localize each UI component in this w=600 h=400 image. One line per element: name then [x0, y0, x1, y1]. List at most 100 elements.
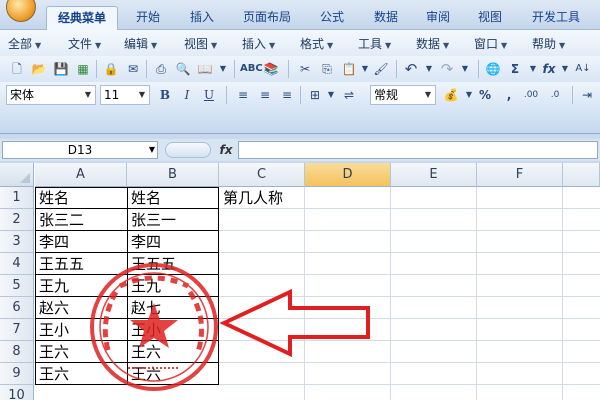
- chevron-down-icon[interactable]: ▼: [556, 60, 574, 78]
- bold-button[interactable]: B: [156, 86, 174, 104]
- cell-b2[interactable]: 张三一: [128, 209, 218, 231]
- row-header-7[interactable]: 7: [0, 319, 34, 341]
- spreadsheet-icon[interactable]: ▦: [74, 60, 92, 78]
- tab-page-layout[interactable]: 页面布局: [232, 6, 302, 30]
- sort-ascending-icon[interactable]: A↓: [574, 60, 592, 78]
- row-header-2[interactable]: 2: [0, 209, 34, 231]
- font-size-select[interactable]: 11 ▼: [100, 85, 150, 105]
- column-header-b[interactable]: B: [127, 163, 219, 187]
- cell-a2[interactable]: 张三二: [36, 209, 126, 231]
- translate-icon[interactable]: 📚: [262, 60, 280, 78]
- format-painter-icon[interactable]: 🖌: [372, 60, 390, 78]
- comma-button[interactable]: ,: [500, 86, 518, 104]
- row-header-3[interactable]: 3: [0, 231, 34, 253]
- chevron-down-icon[interactable]: ▼: [214, 60, 232, 78]
- cell-c1[interactable]: 第几人称: [220, 187, 340, 209]
- save-icon[interactable]: 💾: [52, 60, 70, 78]
- currency-icon[interactable]: 💰: [442, 86, 460, 104]
- row-header-1[interactable]: 1: [0, 187, 34, 209]
- permission-icon[interactable]: 🔒: [102, 60, 120, 78]
- cell-b8[interactable]: 王六: [128, 341, 218, 363]
- cell-a3[interactable]: 李四: [36, 231, 126, 253]
- tab-view[interactable]: 视图: [466, 6, 514, 30]
- cell-b9[interactable]: 王六: [128, 363, 218, 385]
- cell-a7[interactable]: 王小: [36, 319, 126, 341]
- cell-a8[interactable]: 王六: [36, 341, 126, 363]
- menu-edit[interactable]: 编辑 ▼: [124, 35, 157, 53]
- menu-view[interactable]: 视图 ▼: [184, 35, 217, 53]
- decrease-decimal-icon[interactable]: .0: [546, 86, 564, 104]
- chevron-down-icon[interactable]: ▼: [456, 60, 474, 78]
- cell-b1[interactable]: 姓名: [128, 187, 218, 209]
- cell-a4[interactable]: 王五五: [36, 253, 126, 275]
- research-icon[interactable]: 📖: [196, 60, 214, 78]
- menu-file[interactable]: 文件 ▼: [68, 35, 101, 53]
- cell-b4[interactable]: 王五五: [128, 253, 218, 275]
- chevron-down-icon[interactable]: ▼: [322, 86, 340, 104]
- cell-b6[interactable]: 赵七: [128, 297, 218, 319]
- cell-b5[interactable]: 王九: [128, 275, 218, 297]
- tab-classic-menu[interactable]: 经典菜单: [46, 6, 118, 30]
- cell-b3[interactable]: 李四: [128, 231, 218, 253]
- open-folder-icon[interactable]: 📂: [30, 60, 48, 78]
- number-format-select[interactable]: 常规 ▼: [370, 85, 436, 105]
- column-header-c[interactable]: C: [219, 163, 305, 187]
- tab-data[interactable]: 数据: [362, 6, 410, 30]
- indent-icon[interactable]: ⇥: [578, 86, 596, 104]
- column-header-f[interactable]: F: [477, 163, 563, 187]
- formula-bar-handle[interactable]: [165, 142, 211, 158]
- undo-icon[interactable]: ↶: [402, 60, 420, 78]
- percent-button[interactable]: %: [476, 86, 494, 104]
- print-preview-icon[interactable]: 🔍: [174, 60, 192, 78]
- menu-insert[interactable]: 插入 ▼: [242, 35, 275, 53]
- underline-button[interactable]: U: [200, 86, 218, 104]
- cell-a1[interactable]: 姓名: [36, 187, 126, 209]
- align-center-icon[interactable]: ≡: [256, 86, 274, 104]
- increase-decimal-icon[interactable]: .00: [522, 86, 540, 104]
- tab-home[interactable]: 开始: [124, 6, 172, 30]
- row-header-5[interactable]: 5: [0, 275, 34, 297]
- name-box[interactable]: D13 ▼: [2, 141, 158, 159]
- cell-a6[interactable]: 赵六: [36, 297, 126, 319]
- menu-tools[interactable]: 工具 ▼: [358, 35, 391, 53]
- office-button[interactable]: [6, 0, 36, 22]
- cell-a5[interactable]: 王九: [36, 275, 126, 297]
- email-icon[interactable]: ✉: [124, 60, 142, 78]
- select-all-button[interactable]: [0, 163, 34, 187]
- menu-window[interactable]: 窗口 ▼: [474, 35, 507, 53]
- menu-format[interactable]: 格式 ▼: [300, 35, 333, 53]
- cell-a9[interactable]: 王六: [36, 363, 126, 385]
- row-header-10[interactable]: 10: [0, 385, 34, 400]
- column-header-e[interactable]: E: [391, 163, 477, 187]
- row-header-6[interactable]: 6: [0, 297, 34, 319]
- tab-review[interactable]: 审阅: [414, 6, 462, 30]
- autosum-icon[interactable]: Σ: [506, 60, 524, 78]
- column-header-a[interactable]: A: [35, 163, 127, 187]
- row-header-4[interactable]: 4: [0, 253, 34, 275]
- menu-all[interactable]: 全部 ▼: [8, 35, 41, 53]
- column-header-d[interactable]: D: [305, 163, 391, 187]
- italic-button[interactable]: I: [178, 86, 196, 104]
- align-left-icon[interactable]: ≡: [234, 86, 252, 104]
- cell-b7[interactable]: 王小: [128, 319, 218, 341]
- menu-help[interactable]: 帮助 ▼: [532, 35, 565, 53]
- tab-insert[interactable]: 插入: [178, 6, 226, 30]
- print-icon[interactable]: ⎙: [152, 60, 170, 78]
- copy-icon[interactable]: ⎘: [318, 60, 336, 78]
- menu-data[interactable]: 数据 ▼: [416, 35, 449, 53]
- worksheet-grid[interactable]: A B C D E F 1 2 3 4 5 6 7 8 9 10 姓名 张三二 …: [0, 163, 600, 400]
- formula-input[interactable]: [238, 141, 598, 159]
- tab-formulas[interactable]: 公式: [308, 6, 356, 30]
- column-header-g[interactable]: [563, 163, 600, 187]
- cut-icon[interactable]: ✂: [296, 60, 314, 78]
- spelling-icon[interactable]: ABC: [240, 60, 263, 78]
- tab-developer[interactable]: 开发工具: [520, 6, 592, 30]
- hyperlink-icon[interactable]: 🌐: [484, 60, 502, 78]
- chevron-down-icon[interactable]: ▼: [420, 60, 438, 78]
- align-right-icon[interactable]: ≡: [278, 86, 296, 104]
- wrap-text-icon[interactable]: ⇌: [340, 86, 358, 104]
- row-header-9[interactable]: 9: [0, 363, 34, 385]
- new-document-icon[interactable]: 🗋: [8, 60, 26, 78]
- font-name-select[interactable]: 宋体 ▼: [6, 85, 96, 105]
- insert-function-button[interactable]: fx: [216, 141, 236, 159]
